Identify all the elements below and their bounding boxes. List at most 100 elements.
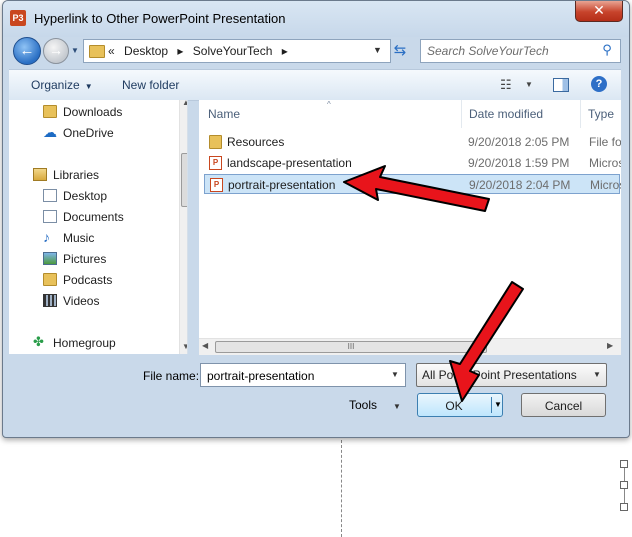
- column-header-name[interactable]: Name: [208, 107, 240, 121]
- navigation-pane: Downloads ☁ OneDrive Libraries Desktop D…: [9, 100, 188, 354]
- close-button[interactable]: ✕: [575, 1, 623, 22]
- breadcrumb: « Desktop ▸ SolveYourTech ▸: [108, 44, 294, 58]
- file-type-value: All PowerPoint Presentations: [422, 368, 577, 382]
- column-header-date-modified[interactable]: Date modified: [469, 107, 543, 121]
- file-date: 9/20/2018 2:05 PM: [468, 135, 570, 149]
- dialog-title: Hyperlink to Other PowerPoint Presentati…: [34, 11, 286, 26]
- file-name: portrait-presentation: [228, 178, 336, 192]
- scroll-right-icon[interactable]: ▶: [607, 341, 613, 350]
- folder-icon: [43, 105, 57, 118]
- ok-dropdown-icon[interactable]: ▼: [494, 400, 502, 409]
- documents-icon: [43, 210, 57, 223]
- split-divider: [491, 397, 492, 413]
- address-bar[interactable]: « Desktop ▸ SolveYourTech ▸ ▼: [83, 39, 391, 63]
- sort-ascending-icon: ^: [327, 100, 331, 109]
- organize-button[interactable]: Organize ▼: [31, 78, 93, 92]
- new-folder-button[interactable]: New folder: [122, 78, 179, 92]
- resize-handle-middle[interactable]: [620, 481, 628, 489]
- sidebar-item-label: Desktop: [63, 189, 108, 203]
- file-row[interactable]: Resources 9/20/2018 2:05 PM File fol: [204, 132, 621, 152]
- file-row-selected[interactable]: P portrait-presentation 9/20/2018 2:04 P…: [204, 174, 621, 194]
- tools-dropdown-icon[interactable]: ▼: [393, 402, 401, 411]
- sidebar-item-label: Pictures: [63, 252, 107, 266]
- sidebar-item-label: Videos: [63, 294, 100, 308]
- scroll-up-icon[interactable]: ▲: [182, 100, 187, 107]
- music-icon: ♪: [43, 229, 50, 245]
- file-name-combobox[interactable]: ▼: [200, 363, 406, 387]
- sidebar-item-label: Music: [63, 231, 95, 245]
- resize-handle-bottom[interactable]: [620, 503, 628, 511]
- search-box[interactable]: ⚲: [420, 39, 621, 63]
- chevron-down-icon: ▼: [84, 82, 93, 91]
- scroll-left-icon[interactable]: ◀: [202, 341, 208, 350]
- desktop-icon: [43, 189, 57, 202]
- view-options-icon[interactable]: ☷: [500, 77, 512, 93]
- file-type: File fol: [589, 135, 621, 149]
- back-button[interactable]: ←: [13, 37, 41, 65]
- file-date: 9/20/2018 1:59 PM: [468, 156, 570, 170]
- search-input[interactable]: [425, 42, 599, 60]
- sidebar-item-label: Downloads: [63, 105, 123, 119]
- chevron-down-icon: ▼: [593, 370, 601, 379]
- column-header-type[interactable]: Type: [588, 107, 614, 121]
- refresh-icon[interactable]: ⇆: [389, 39, 411, 63]
- resize-handle-top[interactable]: [620, 460, 628, 468]
- file-name-field[interactable]: [205, 367, 389, 385]
- help-icon[interactable]: ?: [591, 76, 607, 92]
- powerpoint-file-icon: P: [209, 156, 222, 170]
- file-type: Micros: [589, 156, 621, 170]
- file-name: landscape-presentation: [227, 156, 352, 170]
- file-date: 9/20/2018 2:04 PM: [469, 178, 571, 192]
- library-icon: [33, 168, 47, 181]
- ok-label: OK: [445, 399, 463, 413]
- file-list-scroll-thumb[interactable]: III: [215, 341, 487, 353]
- file-row[interactable]: P landscape-presentation 9/20/2018 1:59 …: [204, 153, 621, 173]
- tools-button[interactable]: Tools: [349, 398, 377, 412]
- breadcrumb-separator[interactable]: ▸: [282, 44, 288, 58]
- breadcrumb-item-desktop[interactable]: Desktop: [124, 44, 168, 58]
- breadcrumb-item-solveyourtech[interactable]: SolveYourTech: [193, 44, 273, 58]
- toolbar: Organize ▼ New folder ☷ ▼ ?: [9, 69, 621, 101]
- file-name: Resources: [227, 135, 285, 149]
- sidebar-item-label: OneDrive: [63, 126, 114, 140]
- breadcrumb-separator[interactable]: ▸: [177, 44, 183, 58]
- file-list-scrollbar[interactable]: ◀ III ▶: [199, 338, 621, 355]
- file-dialog: P3 Hyperlink to Other PowerPoint Present…: [2, 0, 630, 438]
- preview-pane-icon[interactable]: [553, 78, 569, 92]
- powerpoint-app-icon: P3: [10, 10, 26, 26]
- homegroup-icon: ✤: [33, 334, 44, 349]
- breadcrumb-overflow[interactable]: «: [108, 44, 115, 58]
- cancel-label: Cancel: [544, 399, 583, 413]
- podcasts-icon: [43, 273, 57, 286]
- file-type-select[interactable]: All PowerPoint Presentations ▼: [416, 363, 607, 387]
- videos-icon: [43, 294, 57, 307]
- organize-label: Organize: [31, 78, 80, 92]
- sidebar-item-label: Documents: [63, 210, 124, 224]
- folder-icon: [89, 45, 105, 58]
- chevron-down-icon[interactable]: ▼: [391, 370, 399, 379]
- sidebar-scrollbar[interactable]: ▲ ▼: [179, 100, 187, 354]
- cloud-icon: ☁: [43, 124, 57, 140]
- ok-button[interactable]: OK ▼: [417, 393, 503, 417]
- sidebar-item-label: Podcasts: [63, 273, 113, 287]
- search-icon[interactable]: ⚲: [599, 42, 615, 58]
- powerpoint-file-icon: P: [210, 178, 223, 192]
- column-divider[interactable]: [580, 100, 581, 128]
- file-list: ^ Name Date modified Type Resources 9/20…: [199, 100, 621, 354]
- cancel-button[interactable]: Cancel: [521, 393, 606, 417]
- column-divider[interactable]: [461, 100, 462, 128]
- sidebar-item-label: Libraries: [53, 168, 100, 182]
- scroll-down-icon[interactable]: ▼: [182, 342, 187, 351]
- sidebar-scroll-thumb[interactable]: [181, 153, 187, 207]
- title-bar: P3 Hyperlink to Other PowerPoint Present…: [3, 1, 629, 37]
- address-dropdown-icon[interactable]: ▼: [373, 45, 382, 55]
- file-name-label: File name:: [143, 369, 200, 383]
- sidebar-item-label: Homegroup: [53, 336, 116, 350]
- folder-icon: [209, 135, 222, 149]
- view-dropdown-icon[interactable]: ▼: [525, 80, 533, 89]
- recent-locations-dropdown-icon[interactable]: ▼: [71, 46, 79, 55]
- forward-button[interactable]: →: [43, 38, 69, 64]
- pictures-icon: [43, 252, 57, 265]
- file-type: Micros: [590, 178, 621, 192]
- slide-placeholder-border: [341, 440, 342, 537]
